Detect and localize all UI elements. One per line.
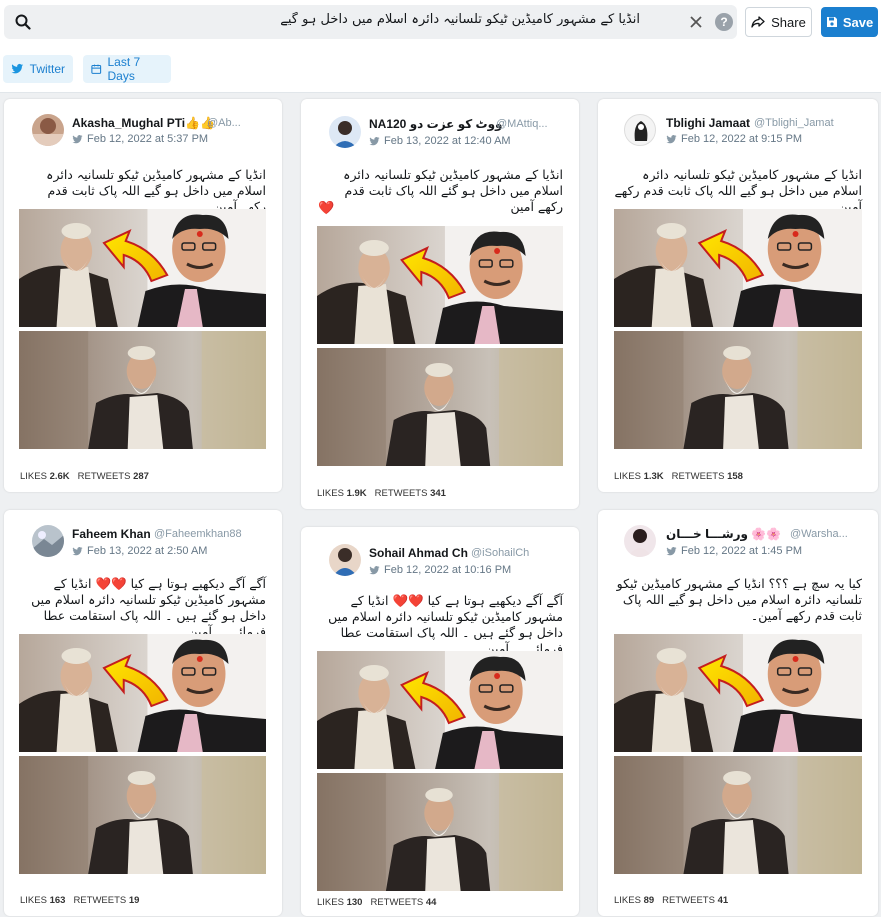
twitter-icon [11,62,24,76]
tweet-image-top [19,209,266,327]
close-icon[interactable] [688,14,704,30]
tweet-image-bottom [614,756,862,874]
retweets-count: RETWEETS 158 [671,471,743,482]
tweet-image-bottom [317,348,563,466]
tweet-text: انڈیا کے مشہور کامیڈین ٹیکو تلسانیہ دائر… [46,167,266,214]
tweet-image-bottom [19,756,266,874]
tweet-image-bottom [317,773,563,891]
tweet-text: انڈیا کے مشہور کامیڈین ٹیکو تلسانیہ دائر… [343,167,563,214]
search-input[interactable]: انڈیا کے مشہور کامیڈین ٹیکو تلسانیہ دائر… [40,12,640,32]
tweet-image-bottom [614,331,862,449]
tweet-image-top [614,209,862,327]
twitter-icon [72,134,83,145]
avatar [329,116,361,148]
tweet-date: Feb 13, 2022 at 12:40 AM [384,135,511,147]
twitter-icon [72,546,83,557]
retweets-count: RETWEETS 341 [374,488,446,499]
twitter-icon [369,565,380,576]
tweet-meta: Feb 12, 2022 at 1:45 PM [666,545,802,557]
tweet-username: NA120 ووٹ کو عزت دو [369,117,503,131]
tweet-username: ورشـــا خـــان 🌸🌸 [666,527,782,541]
tweet-card[interactable]: Akasha_Mughal PTi👍👍 @Ab... Feb 12, 2022 … [4,99,282,492]
twitter-icon [369,136,380,147]
tweet-username: Faheem Khan [72,527,151,541]
tweet-stats: LIKES 1.9K RETWEETS 341 [317,488,446,499]
twitter-filter[interactable]: Twitter [3,55,73,83]
tweet-stats: LIKES 2.6K RETWEETS 287 [20,471,149,482]
tweet-text: آگے آگے دیکھیے ہوتا ہے کیا ❤️❤️ انڈیا کے… [328,593,563,656]
tweet-card[interactable]: Tblighi Jamaat @Tblighi_Jamat Feb 12, 20… [598,99,878,492]
tweet-stats: LIKES 1.3K RETWEETS 158 [614,471,743,482]
tweet-card[interactable]: ورشـــا خـــان 🌸🌸 @Warsha... Feb 12, 202… [598,510,878,916]
retweets-count: RETWEETS 19 [73,895,140,906]
save-label: Save [842,14,874,30]
tweet-image-bottom [19,331,266,449]
tweet-handle: @Tblighi_Jamat [754,117,834,129]
likes-count: LIKES 89 [614,895,655,906]
calendar-icon [91,64,102,74]
search-box[interactable]: انڈیا کے مشہور کامیڈین ٹیکو تلسانیہ دائر… [4,5,737,39]
avatar [32,525,64,557]
top-bar: انڈیا کے مشہور کامیڈین ٹیکو تلسانیہ دائر… [0,0,881,44]
tweet-image-top [317,651,563,769]
tweet-meta: Feb 13, 2022 at 2:50 AM [72,545,207,557]
likes-count: LIKES 1.3K [614,471,664,482]
tweet-username: Sohail Ahmad Ch [369,546,468,560]
avatar [624,114,656,146]
save-icon [826,17,837,27]
retweets-count: RETWEETS 41 [662,895,729,906]
retweets-count: RETWEETS 287 [77,471,149,482]
tweet-username: Tblighi Jamaat [666,116,751,130]
tweet-handle: @Faheemkhan88 [154,528,242,540]
avatar [32,114,64,146]
tweet-text: کیا یہ سچ ہے ؟؟؟ انڈیا کے مشہور کامیڈین … [616,576,862,623]
date-range-label: Last 7 Days [107,55,141,83]
twitter-icon [666,134,677,145]
tweet-meta: Feb 12, 2022 at 5:37 PM [72,133,208,145]
retweets-count: RETWEETS 44 [370,897,437,908]
share-icon [751,16,765,28]
tweet-date: Feb 12, 2022 at 9:15 PM [681,133,803,145]
tweet-handle: @Warsha... [790,528,848,540]
tweet-date: Feb 12, 2022 at 5:37 PM [87,133,209,145]
tweet-image-top [317,226,563,344]
tweet-stats: LIKES 130 RETWEETS 44 [317,897,436,908]
likes-count: LIKES 130 [317,897,363,908]
share-label: Share [771,14,806,30]
tweet-text: انڈیا کے مشہور کامیڈین ٹیکو تلسانیہ دائر… [614,167,862,214]
date-range-filter[interactable]: Last 7 Days [83,55,171,83]
heart-icon: ❤️ [318,200,335,215]
share-button[interactable]: Share [745,7,812,37]
tweet-card[interactable]: Faheem Khan @Faheemkhan88 Feb 13, 2022 a… [4,510,282,916]
results-board: Akasha_Mughal PTi👍👍 @Ab... Feb 12, 2022 … [0,92,881,917]
tweet-meta: Feb 13, 2022 at 12:40 AM [369,135,511,147]
likes-count: LIKES 163 [20,895,66,906]
help-icon[interactable]: ? [715,13,733,31]
tweet-card[interactable]: Sohail Ahmad Ch @iSohailCh Feb 12, 2022 … [301,527,579,916]
tweet-meta: Feb 12, 2022 at 10:16 PM [369,564,511,576]
search-icon [15,14,31,30]
tweet-image-top [19,634,266,752]
tweet-username: Akasha_Mughal PTi👍👍 [72,116,216,130]
tweet-date: Feb 12, 2022 at 1:45 PM [681,545,803,557]
twitter-icon [666,546,677,557]
tweet-stats: LIKES 89 RETWEETS 41 [614,895,728,906]
tweet-date: Feb 13, 2022 at 2:50 AM [87,545,208,557]
save-button[interactable]: Save [821,7,878,37]
tweet-handle: @MAttiq... [496,118,548,130]
tweet-date: Feb 12, 2022 at 10:16 PM [384,564,512,576]
likes-count: LIKES 1.9K [317,488,367,499]
twitter-filter-label: Twitter [29,62,65,76]
avatar [624,525,656,557]
likes-count: LIKES 2.6K [20,471,70,482]
tweet-image-top [614,634,862,752]
tweet-handle: @iSohailCh [471,547,530,559]
tweet-card[interactable]: NA120 ووٹ کو عزت دو @MAttiq... Feb 13, 2… [301,99,579,509]
tweet-text: آگے آگے دیکھیے ہوتا ہے کیا ❤️❤️ انڈیا کے… [31,576,266,639]
tweet-stats: LIKES 163 RETWEETS 19 [20,895,139,906]
tweet-meta: Feb 12, 2022 at 9:15 PM [666,133,802,145]
avatar [329,544,361,576]
tweet-handle: @Ab... [207,117,241,129]
